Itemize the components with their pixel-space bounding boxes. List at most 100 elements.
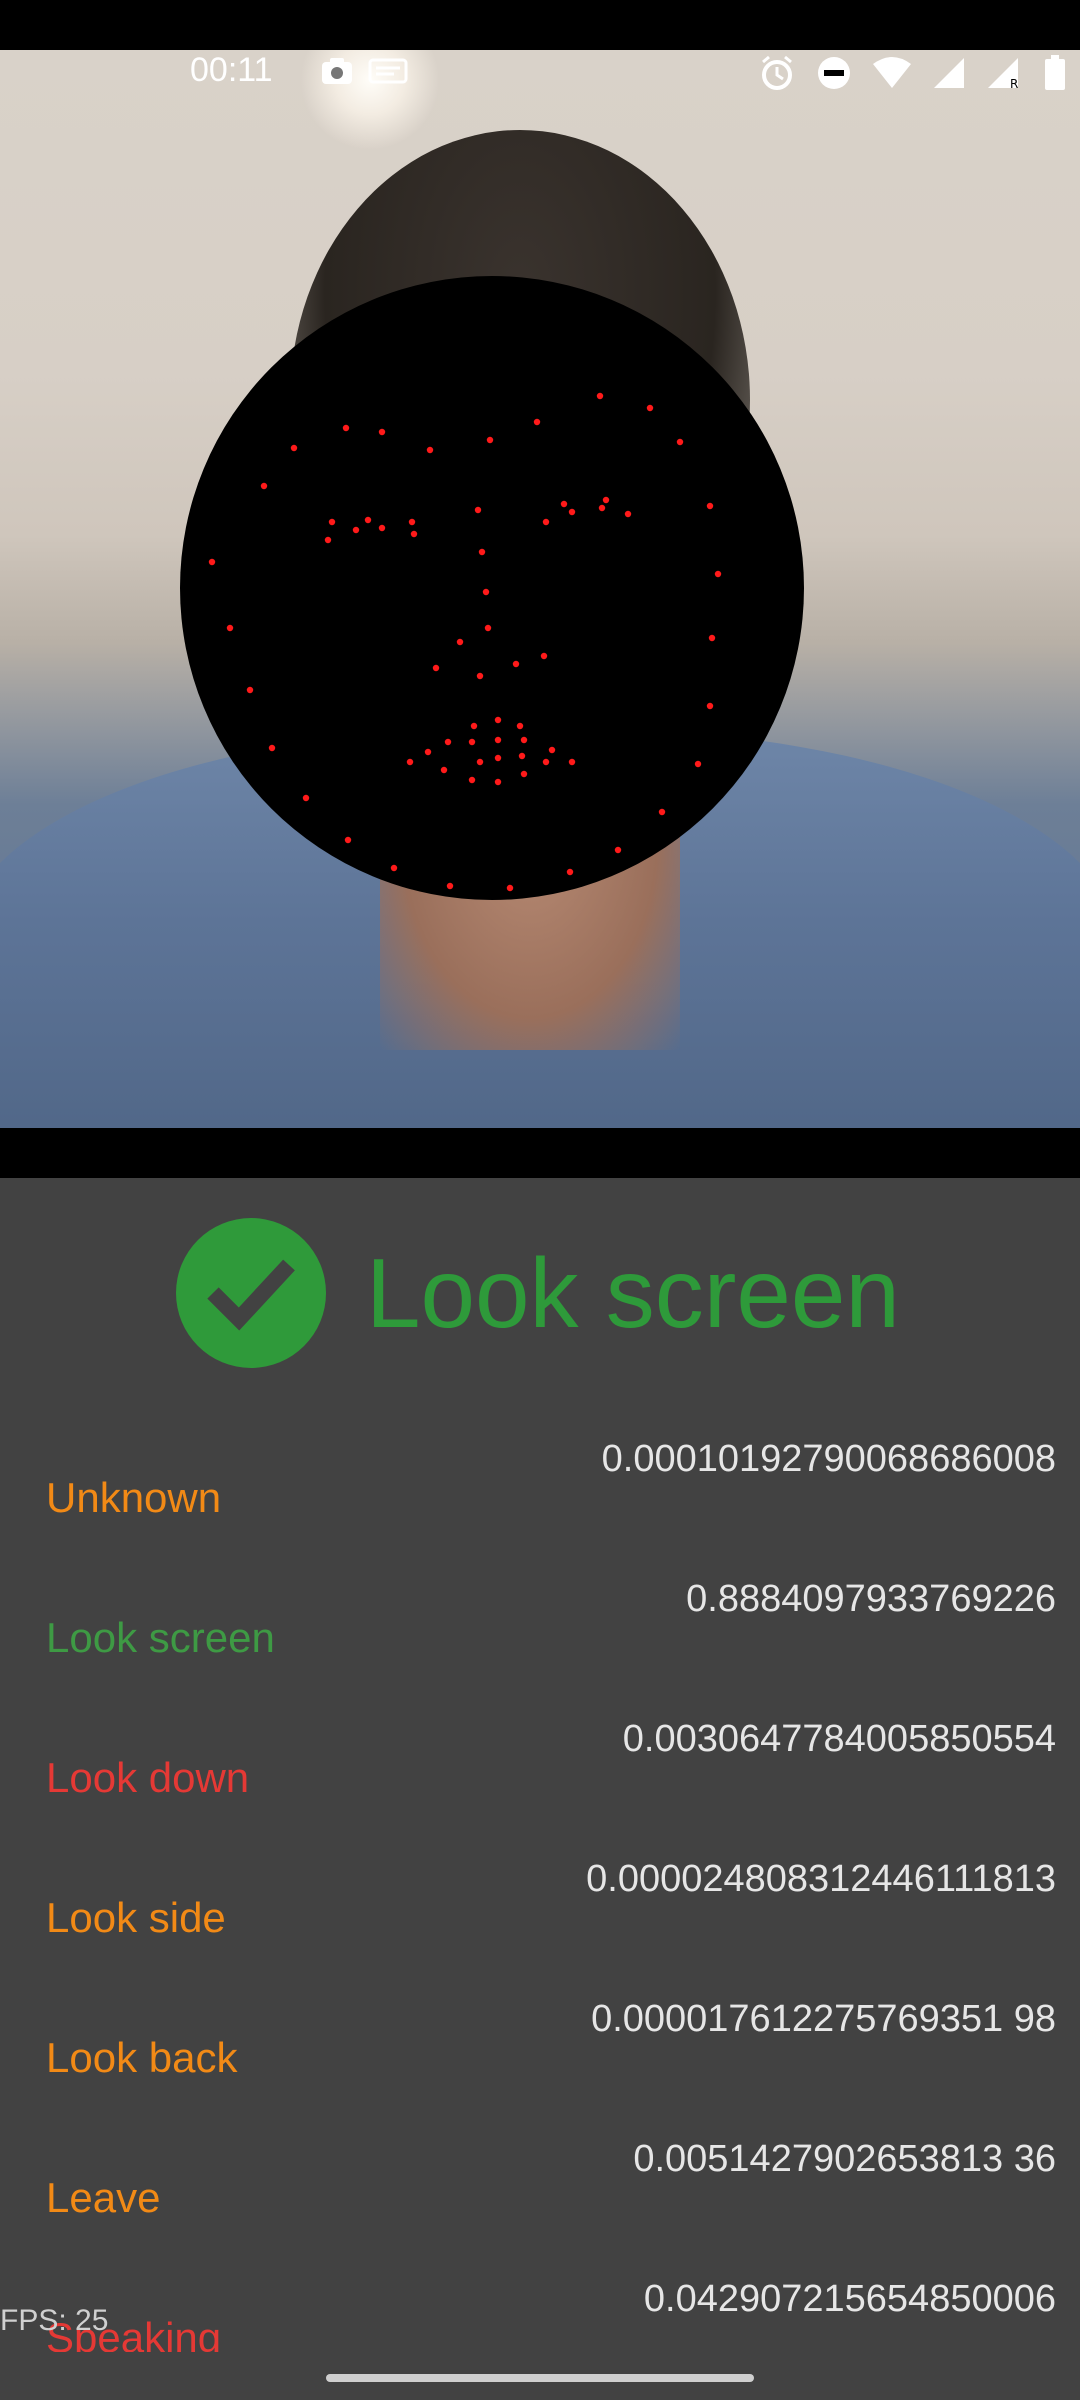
landmark-dot [494,754,502,762]
checkmark-icon [176,1218,326,1368]
landmark-dot [494,716,502,724]
face-landmarks [208,392,722,892]
landmark-dot [676,438,684,446]
landmark-dot [568,758,576,766]
class-row-leave: Leave 0.0051427902653813 36 [0,2136,1080,2236]
landmark-dot [424,748,432,756]
landmark-dot [646,404,654,412]
status-time: 00:11 [190,51,273,89]
landmark-dot [494,736,502,744]
landmark-dot [378,428,386,436]
signal-icon [932,56,966,94]
class-label: Look back [46,2034,238,2081]
landmark-dot [566,868,574,876]
landmark-dot [342,424,350,432]
landmark-dot [624,510,632,518]
landmark-dot [614,846,622,854]
landmark-dot [290,444,298,452]
landmark-dot [246,686,254,694]
landmark-dot [328,518,336,526]
landmark-dot [470,722,478,730]
landmark-dot [506,884,514,892]
landmark-dot [482,588,490,596]
landmark-dot [533,418,541,426]
signal-roaming-icon: R [986,56,1024,94]
class-label: Look side [46,1894,226,1941]
class-score: 0.000017612275769351 98 [591,1998,1056,2040]
class-row-look-back: Look back 0.000017612275769351 98 [0,1996,1080,2096]
landmark-dot [542,518,550,526]
class-score: 0.0030647784005850554 [622,1718,1056,1760]
dnd-icon [816,55,852,95]
landmark-dot [602,496,610,504]
status-bar: 00:11 R [0,50,1080,91]
class-row-look-screen: Look screen 0.8884097933769226 [0,1576,1080,1676]
landmark-dot [440,766,448,774]
landmark-dot [494,778,502,786]
prediction-label: Look screen [366,1238,900,1348]
landmark-dot [352,526,360,534]
svg-text:R: R [1010,77,1018,90]
landmark-dot [486,436,494,444]
class-row-look-down: Look down 0.0030647784005850554 [0,1716,1080,1816]
camera-bottom-band [0,1128,1080,1178]
landmark-dot [706,502,714,510]
landmark-dot [568,508,576,516]
landmark-dot [658,808,666,816]
landmark-dot [548,746,556,754]
notification-icon [368,56,408,90]
class-label: Unknown [46,1474,222,1521]
landmark-dot [408,518,416,526]
landmark-dot [268,744,276,752]
landmark-dot [520,736,528,744]
landmark-dot [598,504,606,512]
landmark-dot [364,516,372,524]
landmark-dot [518,752,526,760]
landmark-dot [432,664,440,672]
landmark-dot [560,500,568,508]
landmark-dot [344,836,352,844]
landmark-dot [516,722,524,730]
landmark-dot [708,634,716,642]
landmark-dot [302,794,310,802]
face-mask [180,276,804,900]
landmark-dot [694,760,702,768]
landmark-dot [426,446,434,454]
landmark-dot [378,524,386,532]
home-gesture-handle[interactable] [326,2374,754,2382]
landmark-dot [596,392,604,400]
landmark-dot [542,758,550,766]
class-label: Look down [46,1754,250,1801]
landmark-dot [446,882,454,890]
landmark-dot [478,548,486,556]
landmark-dot [484,624,492,632]
landmark-dot [706,702,714,710]
landmark-dot [390,864,398,872]
class-row-unknown: Unknown 0.00010192790068686008 [0,1436,1080,1536]
battery-icon [1044,55,1066,95]
class-score: 0.000024808312446111813 [586,1858,1056,1900]
landmark-dot [474,506,482,514]
result-panel: Look screen Unknown 0.000101927900686860… [0,1178,1080,2361]
landmark-dot [468,738,476,746]
camera-preview [0,50,1080,1128]
landmark-dot [540,652,548,660]
navigation-bar [0,2352,1080,2400]
class-label: Look screen [46,1614,275,1661]
class-score: 0.042907215654850006 [643,2278,1056,2320]
alarm-icon [758,54,796,96]
landmark-dot [226,624,234,632]
class-label: Leave [46,2174,161,2221]
landmark-dot [714,570,722,578]
wifi-icon [872,56,912,94]
top-black-bar [0,0,1080,50]
class-score: 0.00010192790068686008 [601,1438,1056,1480]
landmark-dot [456,638,464,646]
landmark-dot [444,738,452,746]
camera-icon [320,56,354,90]
landmark-dot [476,672,484,680]
landmark-dot [468,776,476,784]
landmark-dot [208,558,216,566]
landmark-dot [324,536,332,544]
landmark-dot [406,758,414,766]
